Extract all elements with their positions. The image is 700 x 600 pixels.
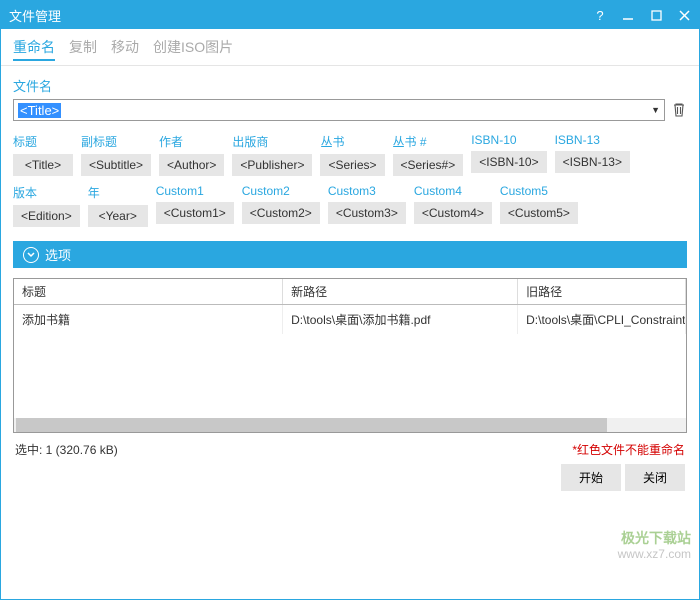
tag-col: 作者 <Author> [159,133,224,176]
tab-copy[interactable]: 复制 [69,35,97,61]
tag-label: 年 [88,184,148,201]
tag-label: 标题 [13,133,73,150]
scrollbar-thumb[interactable] [16,418,607,432]
titlebar-buttons: ? [593,8,691,22]
tag-label: Custom3 [328,184,406,198]
status-row: 选中: 1 (320.76 kB) *红色文件不能重命名 [1,437,699,460]
tag-button[interactable]: <Series> [320,154,384,176]
tag-button[interactable]: <Custom1> [156,202,234,224]
watermark-name: 极光下载站 [618,529,691,547]
tag-button[interactable]: <Custom2> [242,202,320,224]
tag-button[interactable]: <ISBN-10> [471,151,546,173]
cell-oldpath: D:\tools\桌面\CPLI_Constraint [518,305,686,335]
horizontal-scrollbar[interactable] [14,418,686,432]
tag-col: Custom2 <Custom2> [242,184,320,227]
tag-button[interactable]: <Year> [88,205,148,227]
window-title: 文件管理 [9,6,593,25]
tag-col: 版本 <Edition> [13,184,80,227]
start-button[interactable]: 开始 [561,464,621,491]
tag-col: Custom1 <Custom1> [156,184,234,227]
tag-label: Custom4 [414,184,492,198]
tag-label: Custom5 [500,184,578,198]
tag-button[interactable]: <Series#> [393,154,464,176]
tabs: 重命名 复制 移动 创建ISO图片 [1,29,699,66]
tag-button[interactable]: <Author> [159,154,224,176]
col-oldpath[interactable]: 旧路径 [518,279,686,305]
minimize-icon[interactable] [621,8,635,22]
tab-iso[interactable]: 创建ISO图片 [153,35,233,61]
tab-move[interactable]: 移动 [111,35,139,61]
tag-button[interactable]: <Subtitle> [81,154,151,176]
tag-col: ISBN-10 <ISBN-10> [471,133,546,176]
tag-col: 出版商 <Publisher> [232,133,312,176]
tag-button[interactable]: <Custom3> [328,202,406,224]
tag-label: 出版商 [232,133,312,150]
col-newpath[interactable]: 新路径 [283,279,518,305]
watermark: 极光下载站 www.xz7.com [618,529,691,563]
options-label: 选项 [45,245,71,264]
tag-button[interactable]: <Title> [13,154,73,176]
cell-title: 添加书籍 [14,305,283,335]
tag-button[interactable]: <Custom5> [500,202,578,224]
filename-label: 文件名 [13,76,687,95]
tag-col: Custom5 <Custom5> [500,184,578,227]
trash-icon[interactable] [671,102,687,118]
status-selected: 选中: 1 (320.76 kB) [15,441,572,458]
tag-label: ISBN-13 [555,133,630,147]
maximize-icon[interactable] [649,8,663,22]
chevron-down-icon [23,247,39,263]
table-wrap: 标题 新路径 旧路径 添加书籍D:\tools\桌面\添加书籍.pdfD:\to… [13,278,687,433]
tag-label: Custom1 [156,184,234,198]
options-bar[interactable]: 选项 [13,241,687,268]
tag-button[interactable]: <ISBN-13> [555,151,630,173]
tag-button[interactable]: <Custom4> [414,202,492,224]
tag-label: 版本 [13,184,80,201]
filename-row: <Title> ▼ [13,99,687,121]
tag-col: 副标题 <Subtitle> [81,133,151,176]
file-table: 标题 新路径 旧路径 添加书籍D:\tools\桌面\添加书籍.pdfD:\to… [14,279,686,334]
close-icon[interactable] [677,8,691,22]
help-icon[interactable]: ? [593,8,607,22]
window: 文件管理 ? 重命名 复制 移动 创建ISO图片 文件名 <Title> ▼ 标… [0,0,700,600]
tag-col: 年 <Year> [88,184,148,227]
tag-grid: 标题 <Title> 副标题 <Subtitle> 作者 <Author> 出版商 <Publ… [13,133,687,227]
filename-input[interactable]: <Title> ▼ [13,99,665,121]
tag-label: Custom2 [242,184,320,198]
tag-label: 副标题 [81,133,151,150]
close-button[interactable]: 关闭 [625,464,685,491]
tag-col: Custom3 <Custom3> [328,184,406,227]
tag-col: 标题 <Title> [13,133,73,176]
filename-value: <Title> [18,103,61,118]
action-row: 开始 关闭 [1,460,699,503]
tag-col: Custom4 <Custom4> [414,184,492,227]
tag-button[interactable]: <Edition> [13,205,80,227]
tag-button[interactable]: <Publisher> [232,154,312,176]
titlebar: 文件管理 ? [1,1,699,29]
tag-label: 丛书 [320,133,384,150]
tag-col: 丛书 <Series> [320,133,384,176]
tag-label: 丛书 # [393,133,464,150]
tab-rename[interactable]: 重命名 [13,35,55,61]
table-header-row: 标题 新路径 旧路径 [14,279,686,305]
status-error: *红色文件不能重命名 [572,441,685,458]
tag-label: ISBN-10 [471,133,546,147]
tag-col: 丛书 # <Series#> [393,133,464,176]
tag-col: ISBN-13 <ISBN-13> [555,133,630,176]
table-row[interactable]: 添加书籍D:\tools\桌面\添加书籍.pdfD:\tools\桌面\CPLI… [14,305,686,335]
watermark-url: www.xz7.com [618,547,691,563]
dropdown-arrow-icon[interactable]: ▼ [651,105,660,115]
content: 文件名 <Title> ▼ 标题 <Title> 副标题 <Subtitle> 作者 <A… [1,66,699,241]
col-title[interactable]: 标题 [14,279,283,305]
cell-newpath: D:\tools\桌面\添加书籍.pdf [283,305,518,335]
tag-label: 作者 [159,133,224,150]
